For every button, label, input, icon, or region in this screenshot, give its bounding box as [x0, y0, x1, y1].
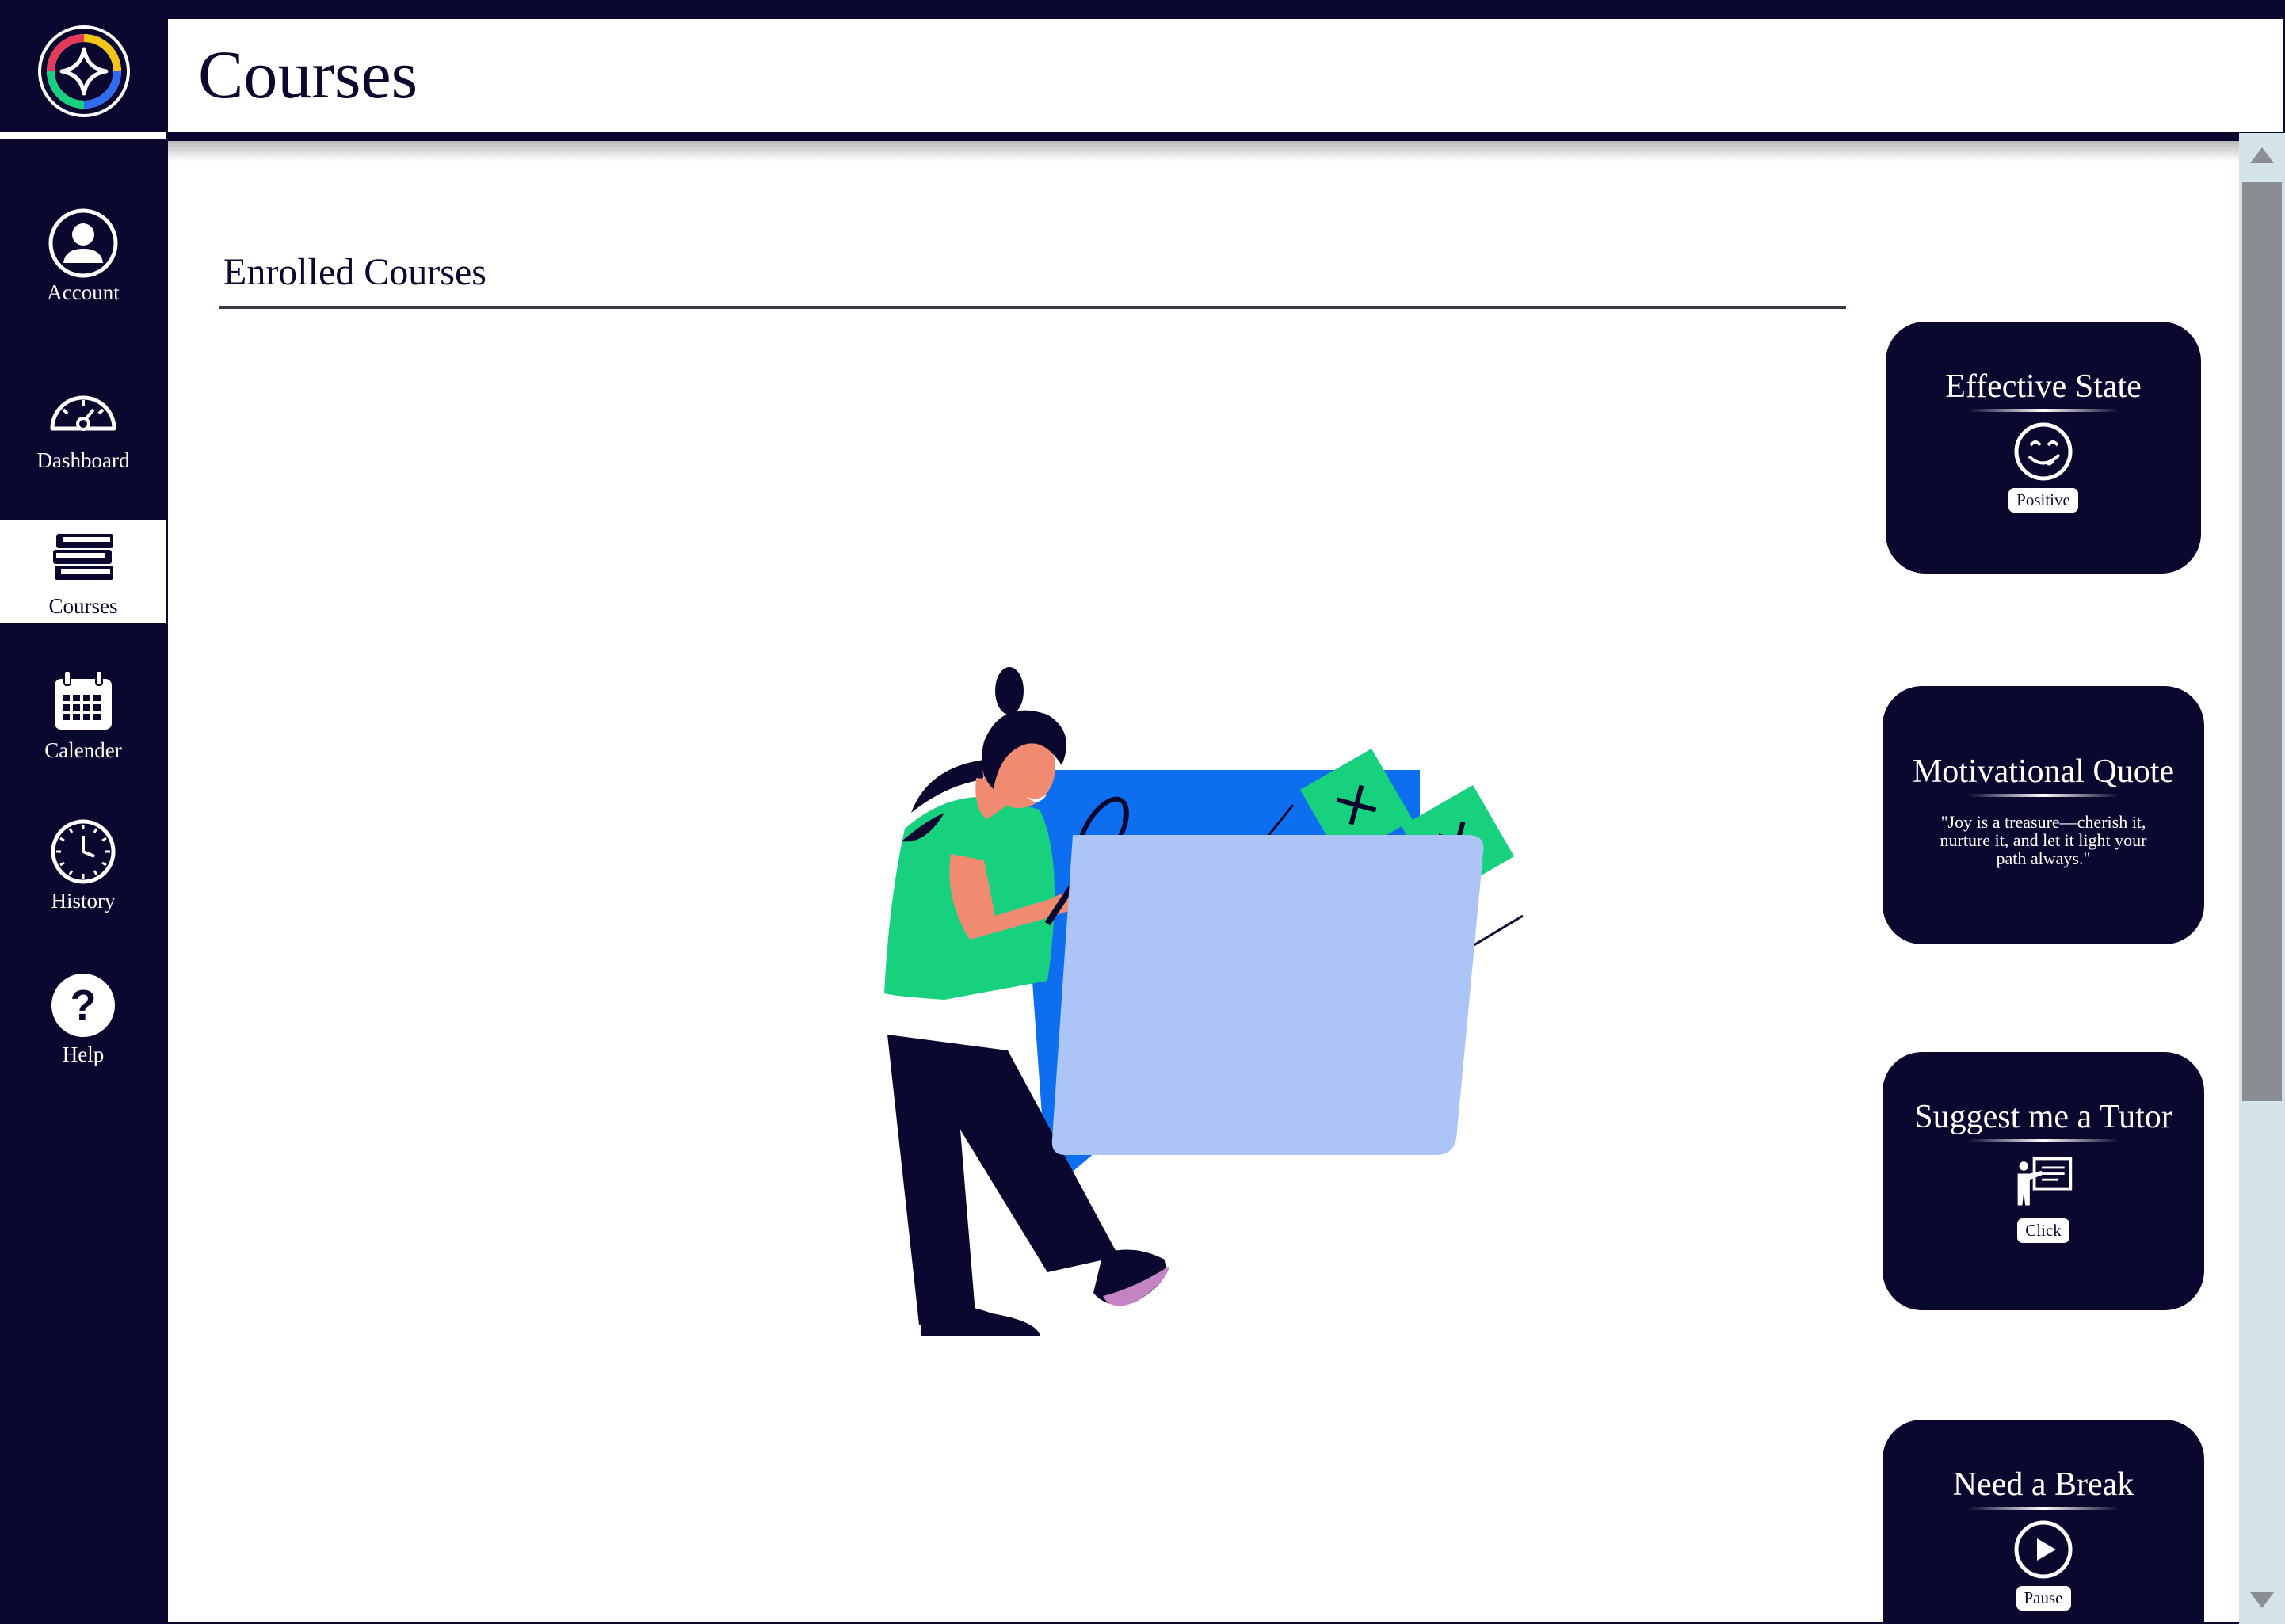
woman-searching-folder-illustration	[884, 667, 1524, 1336]
sparkle-star-logo-icon	[38, 25, 130, 117]
section-title: Enrolled Courses	[223, 251, 486, 293]
header-divider	[168, 132, 2285, 141]
card-title: Effective State	[1945, 368, 2142, 405]
sidebar-item-help[interactable]: ? Help	[0, 968, 166, 1071]
suggest-tutor-card: Suggest me a Tutor Click	[1883, 1052, 2204, 1310]
sidebar-item-label: Help	[62, 1042, 105, 1066]
svg-text:?: ?	[71, 982, 97, 1029]
sidebar-item-label: Dashboard	[36, 448, 130, 472]
clock-icon	[48, 819, 119, 884]
sidebar-item-label: History	[51, 888, 116, 913]
motivational-quote-text: "Joy is a treasure—cherish it, nurture i…	[1940, 812, 2147, 868]
play-icon	[2012, 1518, 2075, 1581]
sidebar: Account Dashboard Courses Calender Histo…	[0, 0, 166, 1624]
scrollbar-thumb[interactable]	[2242, 182, 2282, 1101]
sidebar-item-calender[interactable]: Calender	[0, 664, 166, 767]
gauge-icon	[48, 379, 119, 444]
teacher-board-icon	[2012, 1150, 2075, 1214]
card-underline	[1968, 1507, 2119, 1510]
calendar-icon	[48, 669, 119, 734]
sidebar-item-courses[interactable]: Courses	[0, 520, 166, 623]
books-icon	[48, 524, 119, 589]
section-divider	[219, 306, 1846, 309]
question-icon: ?	[48, 973, 119, 1038]
main-content: Enrolled Courses Effective State Positiv…	[168, 141, 2239, 1622]
sidebar-item-dashboard[interactable]: Dashboard	[0, 374, 166, 477]
tutor-click-button[interactable]: Click	[2017, 1218, 2069, 1243]
sidebar-item-label: Courses	[48, 593, 118, 618]
scroll-up-arrow-icon[interactable]	[2250, 147, 2274, 163]
need-break-card: Need a Break Pause	[1883, 1420, 2204, 1622]
logo-divider	[0, 132, 166, 139]
app-logo[interactable]	[36, 24, 132, 119]
sidebar-item-history[interactable]: History	[0, 814, 166, 917]
page-header: Courses	[168, 19, 2283, 132]
header-shadow	[168, 141, 2239, 162]
smiley-face-icon	[2012, 420, 2075, 483]
card-title: Motivational Quote	[1912, 753, 2175, 790]
positive-state-button[interactable]: Positive	[2008, 488, 2078, 513]
card-underline	[1968, 794, 2119, 797]
sidebar-item-account[interactable]: Account	[0, 206, 166, 309]
card-underline	[1968, 409, 2119, 412]
user-icon	[48, 208, 119, 277]
sidebar-item-label: Calender	[44, 738, 122, 762]
card-title: Suggest me a Tutor	[1914, 1099, 2172, 1135]
motivational-quote-card: Motivational Quote "Joy is a treasure—ch…	[1883, 686, 2204, 944]
scroll-down-arrow-icon[interactable]	[2250, 1592, 2274, 1608]
card-underline	[1968, 1139, 2119, 1142]
pause-button[interactable]: Pause	[2016, 1586, 2071, 1611]
sidebar-item-label: Account	[47, 280, 120, 304]
page-title: Courses	[198, 36, 418, 112]
vertical-scrollbar[interactable]	[2239, 133, 2285, 1624]
card-title: Need a Break	[1952, 1466, 2134, 1503]
effective-state-card: Effective State Positive	[1886, 322, 2201, 574]
